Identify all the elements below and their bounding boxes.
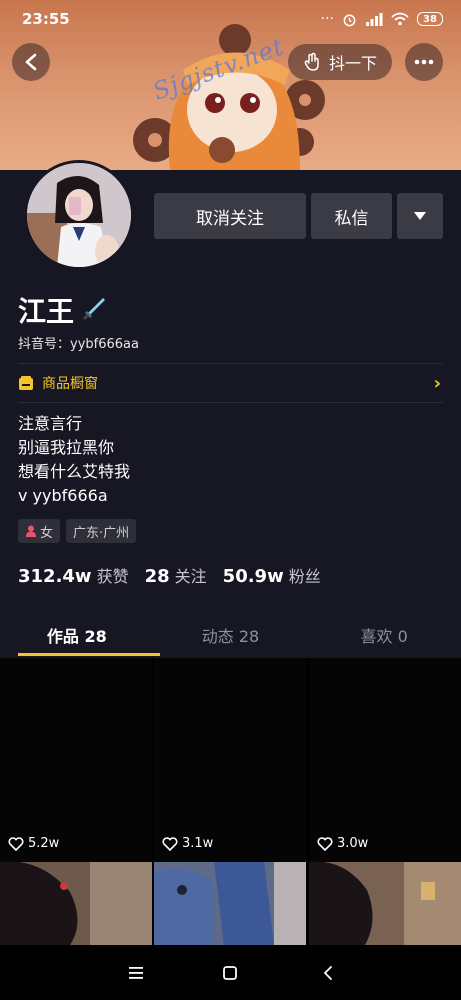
video-tile[interactable]: 5.2w [0, 658, 152, 945]
video-thumbnail [0, 862, 152, 945]
gender-label: 女 [40, 525, 54, 541]
shake-button[interactable]: 抖一下 [288, 44, 392, 80]
profile-name: 江王 [18, 290, 108, 330]
shake-hand-icon [304, 52, 319, 71]
video-grid: 5.2w 3.1w 3.0w [0, 658, 461, 945]
system-nav-bar [0, 945, 461, 1000]
female-icon [26, 525, 36, 537]
wifi-icon [391, 12, 409, 26]
status-icons: ··· 38 [321, 11, 443, 27]
shop-icon [19, 376, 33, 390]
bio-line: v yybf666a [18, 486, 108, 505]
video-thumbnail [154, 862, 306, 945]
recommend-dropdown-button[interactable] [397, 193, 443, 239]
gender-tag: 女 [18, 519, 61, 543]
battery-icon: 38 [417, 12, 443, 26]
shop-window-row[interactable]: 商品橱窗 › [18, 372, 443, 394]
more-dots-icon: ··· [320, 11, 334, 27]
like-count: 3.1w [162, 836, 213, 851]
more-icon [414, 59, 434, 65]
profile-stats: 312.4w 获赞 28 关注 50.9w 粉丝 [18, 563, 321, 587]
stat-likes: 312.4w 获赞 [18, 563, 129, 587]
stat-followers[interactable]: 50.9w 粉丝 [223, 563, 321, 587]
stat-number: 28 [144, 566, 170, 587]
back-button[interactable] [12, 43, 50, 81]
recent-apps-button[interactable] [122, 959, 150, 987]
video-tile[interactable]: 3.0w [309, 658, 461, 945]
like-count-text: 3.1w [182, 836, 214, 851]
stat-following[interactable]: 28 关注 [145, 563, 207, 587]
shake-label: 抖一下 [328, 54, 377, 73]
chevron-right-icon: › [433, 373, 441, 394]
menu-icon [129, 967, 143, 979]
message-button[interactable]: 私信 [311, 193, 392, 239]
avatar[interactable] [24, 160, 134, 270]
divider [18, 363, 443, 364]
heart-icon [8, 836, 24, 851]
tab-works[interactable]: 作品 28 [0, 612, 154, 658]
profile-name-text: 江王 [18, 295, 75, 328]
profile-tags: 女 广东·广州 [18, 519, 137, 543]
stat-label: 粉丝 [288, 567, 321, 586]
home-button[interactable] [216, 959, 244, 987]
heart-icon [162, 836, 178, 851]
stat-number: 50.9w [222, 566, 284, 587]
like-count: 3.0w [317, 836, 368, 851]
video-tile[interactable]: 3.1w [154, 658, 306, 945]
tab-moments[interactable]: 动态 28 [154, 612, 308, 658]
back-icon [25, 53, 37, 71]
home-icon [223, 966, 237, 980]
signal-icon [366, 13, 383, 26]
active-tab-indicator [18, 653, 160, 656]
stat-label: 获赞 [96, 567, 129, 586]
dropdown-icon [414, 212, 426, 220]
divider [18, 402, 443, 403]
tab-likes[interactable]: 喜欢 0 [307, 612, 461, 658]
avatar-photo [27, 163, 131, 267]
bio-line: 注意言行 [18, 414, 83, 433]
video-thumbnail [309, 862, 461, 945]
alarm-icon [343, 14, 356, 26]
bio-line: 想看什么艾特我 [18, 462, 131, 481]
back-nav-icon [323, 966, 332, 980]
unfollow-button[interactable]: 取消关注 [154, 193, 306, 239]
content-tabs: 作品 28 动态 28 喜欢 0 [0, 612, 461, 658]
like-count: 5.2w [8, 836, 59, 851]
system-back-button[interactable] [314, 959, 342, 987]
shop-label: 商品橱窗 [42, 376, 98, 392]
status-bar: 23:55 ··· 38 [0, 0, 461, 40]
sword-icon [82, 298, 106, 321]
bio: 注意言行 别逼我拉黑你 想看什么艾特我 v yybf666a [18, 412, 130, 508]
more-button[interactable] [405, 43, 443, 81]
douyin-id: 抖音号：yybf666aa [18, 337, 139, 352]
status-time: 23:55 [22, 10, 70, 28]
stat-label: 关注 [174, 567, 207, 586]
bio-line: 别逼我拉黑你 [18, 438, 115, 457]
location-tag: 广东·广州 [66, 519, 137, 543]
stat-number: 312.4w [18, 566, 92, 587]
heart-icon [317, 836, 333, 851]
like-count-text: 3.0w [337, 836, 369, 851]
like-count-text: 5.2w [28, 836, 60, 851]
